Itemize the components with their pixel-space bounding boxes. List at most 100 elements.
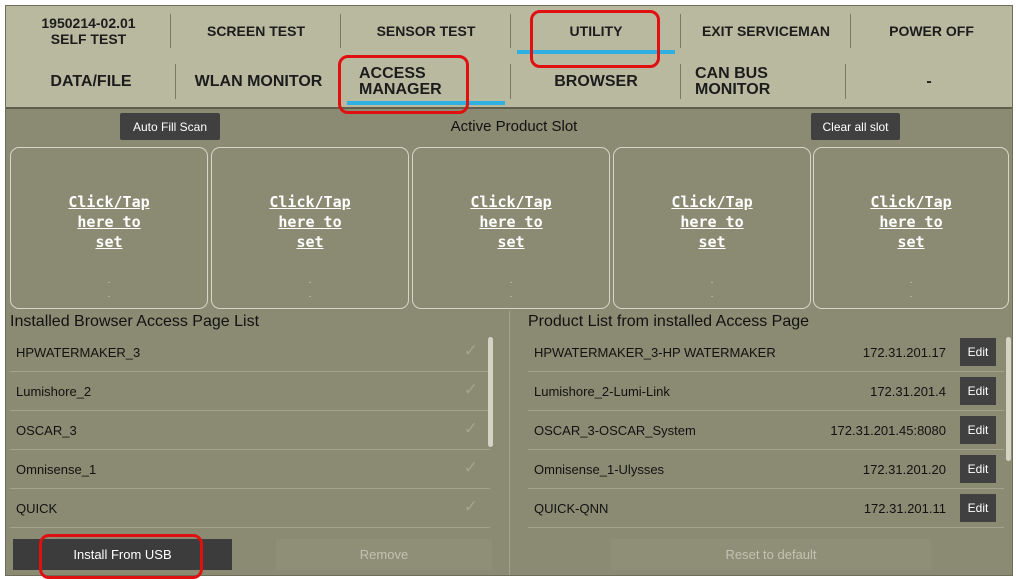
tab-exit-serviceman[interactable]: EXIT SERVICEMAN: [681, 6, 851, 56]
product-list-scrollbar[interactable]: [1006, 337, 1011, 461]
installed-item-name: QUICK: [16, 501, 58, 516]
tab-power-off[interactable]: POWER OFF: [851, 6, 1012, 56]
product-list-item: Lumishore_2-Lumi-Link 172.31.201.4 Edit: [528, 372, 1004, 411]
installed-list-item[interactable]: HPWATERMAKER_3 ✓: [10, 333, 490, 372]
check-icon: ✓: [463, 419, 478, 438]
tab-screen-test-label: SCREEN TEST: [206, 23, 305, 39]
slot-4-dot-1: .: [710, 275, 714, 286]
subtab-can-bus-line1: CAN BUS: [695, 64, 768, 82]
product-slot-1[interactable]: Click/Tap here to set . .: [10, 147, 208, 309]
slot-1-dot-2: .: [107, 289, 111, 300]
product-name: Omnisense_1-Ulysses: [534, 462, 665, 477]
slot-1-line2: here to: [77, 213, 141, 231]
slot-2-line3: set: [296, 233, 324, 251]
installed-list-item[interactable]: OSCAR_3 ✓: [10, 411, 490, 450]
product-list-title: Product List from installed Access Page: [528, 313, 810, 330]
edit-button[interactable]: Edit: [960, 377, 996, 405]
tab-sensor-test-label: SENSOR TEST: [376, 23, 476, 39]
install-usb-highlight: [39, 534, 203, 579]
slot-2-dot-2: .: [308, 289, 312, 300]
product-name: Lumishore_2-Lumi-Link: [534, 384, 670, 399]
tab-sensor-test[interactable]: SENSOR TEST: [341, 6, 511, 56]
product-slot-2[interactable]: Click/Tap here to set . .: [211, 147, 409, 309]
product-ip: 172.31.201.4: [870, 384, 946, 399]
slot-4-dot-2: .: [710, 289, 714, 300]
tab-self-test[interactable]: 1950214-02.01 SELF TEST: [6, 6, 171, 56]
panel-divider: [509, 311, 510, 575]
product-name: QUICK-QNN: [534, 501, 609, 516]
installed-list-item[interactable]: QUICK ✓: [10, 489, 490, 528]
product-slot-3[interactable]: Click/Tap here to set . .: [412, 147, 610, 309]
slot-1-line1: Click/Tap: [68, 193, 150, 211]
subtab-wlan-monitor-label: WLAN MONITOR: [194, 72, 323, 90]
product-slot-4[interactable]: Click/Tap here to set . .: [613, 147, 811, 309]
slot-2-dot-1: .: [308, 275, 312, 286]
slot-3-line1: Click/Tap: [470, 193, 552, 211]
slot-4-line3: set: [698, 233, 726, 251]
product-ip: 172.31.201.45:8080: [830, 423, 946, 438]
product-list-item: QUICK-QNN 172.31.201.11 Edit: [528, 489, 1004, 528]
product-name: OSCAR_3-OSCAR_System: [534, 423, 696, 438]
tab-exit-serviceman-label: EXIT SERVICEMAN: [701, 23, 831, 39]
access-manager-highlight: [338, 55, 469, 114]
tab-self-test-code: 1950214-02.01: [41, 15, 136, 31]
edit-button[interactable]: Edit: [960, 338, 996, 366]
slot-1-dot-1: .: [107, 275, 111, 286]
slot-5-line3: set: [897, 233, 925, 251]
product-slot-5[interactable]: Click/Tap here to set . .: [813, 147, 1009, 309]
sub-tab-bar: DATA/FILE WLAN MONITOR ACCESS MANAGER BRO…: [6, 56, 1012, 109]
slot-4-line1: Click/Tap: [671, 193, 753, 211]
remove-button[interactable]: Remove: [276, 539, 492, 570]
slot-2-line1: Click/Tap: [269, 193, 351, 211]
installed-list-scrollbar[interactable]: [488, 337, 493, 447]
auto-fill-scan-button[interactable]: Auto Fill Scan: [120, 113, 220, 140]
slot-3-dot-1: .: [509, 275, 513, 286]
slot-3-line2: here to: [479, 213, 543, 231]
slot-3-line3: set: [497, 233, 525, 251]
installed-item-name: OSCAR_3: [16, 423, 77, 438]
slot-3-dot-2: .: [509, 289, 513, 300]
slot-4-line2: here to: [680, 213, 744, 231]
subtab-empty[interactable]: -: [846, 56, 1012, 107]
product-ip: 172.31.201.20: [862, 462, 946, 477]
check-icon: ✓: [463, 497, 478, 516]
product-name: HPWATERMAKER_3-HP WATERMAKER: [534, 345, 776, 360]
installed-list-title: Installed Browser Access Page List: [10, 313, 260, 330]
slot-5-line1: Click/Tap: [870, 193, 952, 211]
check-icon: ✓: [463, 380, 478, 399]
product-ip: 172.31.201.17: [862, 345, 946, 360]
installed-list-item[interactable]: Lumishore_2 ✓: [10, 372, 490, 411]
product-list-item: Omnisense_1-Ulysses 172.31.201.20 Edit: [528, 450, 1004, 489]
reset-to-default-button[interactable]: Reset to default: [611, 539, 931, 570]
installed-item-name: Lumishore_2: [16, 384, 92, 399]
tab-power-off-label: POWER OFF: [889, 23, 974, 39]
installed-item-name: HPWATERMAKER_3: [16, 345, 141, 360]
subtab-data-file-label: DATA/FILE: [50, 72, 132, 90]
product-list-item: HPWATERMAKER_3-HP WATERMAKER 172.31.201.…: [528, 333, 1004, 372]
tab-self-test-label: SELF TEST: [50, 31, 127, 47]
edit-button[interactable]: Edit: [960, 494, 996, 522]
subtab-browser-label: BROWSER: [554, 72, 638, 90]
clear-all-slot-button[interactable]: Clear all slot: [811, 113, 900, 140]
subtab-can-bus-line2: MONITOR: [695, 80, 771, 98]
edit-button[interactable]: Edit: [960, 455, 996, 483]
subtab-wlan-monitor[interactable]: WLAN MONITOR: [176, 56, 341, 107]
slot-1-line3: set: [95, 233, 123, 251]
subtab-can-bus-monitor[interactable]: CAN BUS MONITOR: [681, 56, 846, 107]
active-product-slot-title: Active Product Slot: [450, 118, 578, 135]
utility-highlight: [530, 10, 660, 68]
subtab-data-file[interactable]: DATA/FILE: [6, 56, 176, 107]
main-tab-bar: 1950214-02.01 SELF TEST SCREEN TEST SENSO…: [6, 6, 1012, 56]
product-ip: 172.31.201.11: [863, 501, 946, 516]
slot-5-dot-1: .: [909, 275, 913, 286]
subtab-empty-label: -: [926, 72, 932, 90]
installed-list-item[interactable]: Omnisense_1 ✓: [10, 450, 490, 489]
slot-5-dot-2: .: [909, 289, 913, 300]
product-list-item: OSCAR_3-OSCAR_System 172.31.201.45:8080 …: [528, 411, 1004, 450]
tab-screen-test[interactable]: SCREEN TEST: [171, 6, 341, 56]
check-icon: ✓: [463, 458, 478, 477]
check-icon: ✓: [463, 341, 478, 360]
service-screen: 1950214-02.01 SELF TEST SCREEN TEST SENSO…: [5, 5, 1013, 576]
edit-button[interactable]: Edit: [960, 416, 996, 444]
slot-2-line2: here to: [278, 213, 342, 231]
